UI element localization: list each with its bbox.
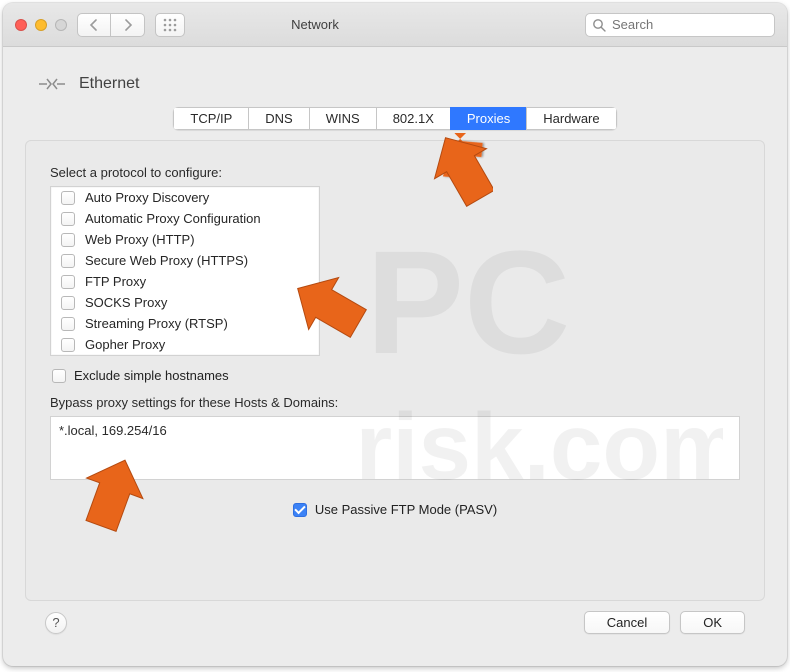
protocol-auto-config[interactable]: Automatic Proxy Configuration — [51, 208, 319, 229]
protocol-label: FTP Proxy — [85, 274, 146, 289]
protocol-label: Automatic Proxy Configuration — [85, 211, 261, 226]
device-header: Ethernet — [25, 69, 765, 99]
protocol-label: Auto Proxy Discovery — [85, 190, 209, 205]
search-input[interactable] — [585, 13, 775, 37]
footer-row: ? Cancel OK — [25, 601, 765, 650]
network-advanced-window: Network Ethernet TCP/IP DNS WINS 802.1X … — [3, 3, 787, 666]
content-area: Ethernet TCP/IP DNS WINS 802.1X Proxies … — [3, 47, 787, 666]
protocol-http[interactable]: Web Proxy (HTTP) — [51, 229, 319, 250]
pasv-row: Use Passive FTP Mode (PASV) — [50, 502, 740, 518]
search-icon — [592, 18, 606, 35]
checkbox-exclude-hostnames[interactable] — [52, 369, 66, 383]
ethernet-icon — [37, 69, 67, 99]
protocol-label: Secure Web Proxy (HTTPS) — [85, 253, 248, 268]
cancel-button[interactable]: Cancel — [584, 611, 670, 634]
select-protocol-label: Select a protocol to configure: — [50, 165, 740, 180]
protocol-gopher[interactable]: Gopher Proxy — [51, 334, 319, 355]
pasv-toggle[interactable]: Use Passive FTP Mode (PASV) — [293, 502, 497, 517]
protocol-label: Gopher Proxy — [85, 337, 165, 352]
protocol-https[interactable]: Secure Web Proxy (HTTPS) — [51, 250, 319, 271]
checkbox-socks[interactable] — [61, 296, 75, 310]
titlebar: Network — [3, 3, 787, 47]
search-field-wrapper — [585, 13, 775, 37]
checkbox-gopher[interactable] — [61, 338, 75, 352]
tab-proxies[interactable]: Proxies — [450, 107, 526, 130]
tab-hardware[interactable]: Hardware — [526, 107, 616, 130]
proxies-panel: Select a protocol to configure: Auto Pro… — [25, 140, 765, 601]
protocol-label: Streaming Proxy (RTSP) — [85, 316, 228, 331]
help-button[interactable]: ? — [45, 612, 67, 634]
pasv-label: Use Passive FTP Mode (PASV) — [315, 502, 497, 517]
protocol-auto-discovery[interactable]: Auto Proxy Discovery — [51, 187, 319, 208]
protocol-list[interactable]: Auto Proxy Discovery Automatic Proxy Con… — [50, 186, 320, 356]
bypass-textarea[interactable]: *.local, 169.254/16 — [50, 416, 740, 480]
checkbox-rtsp[interactable] — [61, 317, 75, 331]
exclude-hostnames-row[interactable]: Exclude simple hostnames — [52, 368, 740, 383]
device-name: Ethernet — [79, 75, 139, 93]
protocol-ftp[interactable]: FTP Proxy — [51, 271, 319, 292]
tabs-inner: TCP/IP DNS WINS 802.1X Proxies Hardware — [173, 107, 616, 130]
ok-button[interactable]: OK — [680, 611, 745, 634]
checkbox-https[interactable] — [61, 254, 75, 268]
protocol-label: Web Proxy (HTTP) — [85, 232, 195, 247]
protocol-label: SOCKS Proxy — [85, 295, 167, 310]
exclude-hostnames-label: Exclude simple hostnames — [74, 368, 229, 383]
minimize-window-button[interactable] — [35, 19, 47, 31]
tab-8021x[interactable]: 802.1X — [376, 107, 450, 130]
tabs-bar: TCP/IP DNS WINS 802.1X Proxies Hardware — [25, 107, 765, 130]
checkbox-ftp[interactable] — [61, 275, 75, 289]
checkbox-pasv[interactable] — [293, 503, 307, 517]
protocol-socks[interactable]: SOCKS Proxy — [51, 292, 319, 313]
checkbox-auto-discovery[interactable] — [61, 191, 75, 205]
window-title: Network — [55, 17, 575, 32]
close-window-button[interactable] — [15, 19, 27, 31]
checkbox-http[interactable] — [61, 233, 75, 247]
protocol-rtsp[interactable]: Streaming Proxy (RTSP) — [51, 313, 319, 334]
tab-dns[interactable]: DNS — [248, 107, 308, 130]
tab-wins[interactable]: WINS — [309, 107, 376, 130]
bypass-heading: Bypass proxy settings for these Hosts & … — [50, 395, 740, 410]
tab-tcpip[interactable]: TCP/IP — [173, 107, 248, 130]
checkbox-auto-config[interactable] — [61, 212, 75, 226]
